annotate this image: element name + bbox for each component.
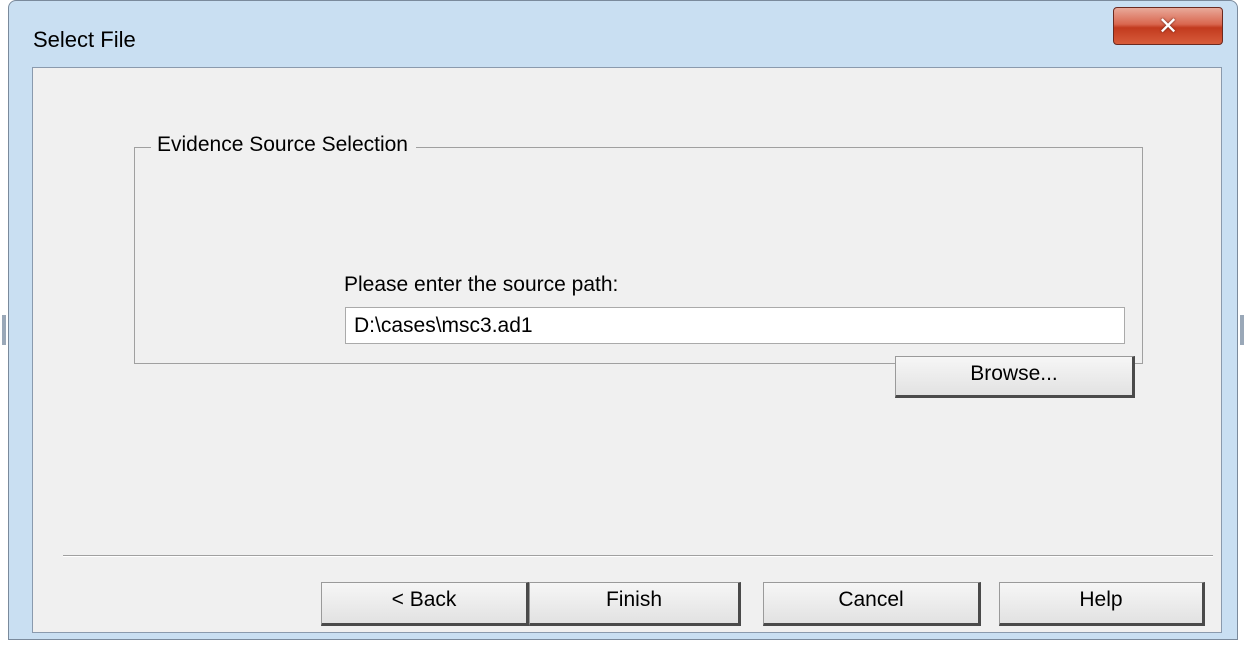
right-edge-mark xyxy=(1240,315,1244,345)
finish-button[interactable]: Finish xyxy=(529,582,741,626)
left-edge-mark xyxy=(2,315,6,345)
source-path-label: Please enter the source path: xyxy=(344,273,619,296)
close-button[interactable]: ✕ xyxy=(1113,7,1223,45)
dialog-client-area: Evidence Source Selection Please enter t… xyxy=(32,67,1222,633)
title-bar[interactable]: Select File ✕ xyxy=(9,1,1237,69)
evidence-source-group: Evidence Source Selection Please enter t… xyxy=(134,133,1143,398)
browse-button[interactable]: Browse... xyxy=(895,356,1135,398)
source-path-input[interactable] xyxy=(345,307,1125,344)
group-legend: Evidence Source Selection xyxy=(151,133,416,157)
window-title: Select File xyxy=(33,27,136,52)
select-file-dialog: Select File ✕ Evidence Source Selection … xyxy=(8,0,1238,640)
cancel-button[interactable]: Cancel xyxy=(763,582,981,626)
help-button[interactable]: Help xyxy=(999,582,1205,626)
close-icon: ✕ xyxy=(1157,12,1179,40)
footer-separator xyxy=(63,555,1213,557)
back-button[interactable]: < Back xyxy=(321,582,529,626)
